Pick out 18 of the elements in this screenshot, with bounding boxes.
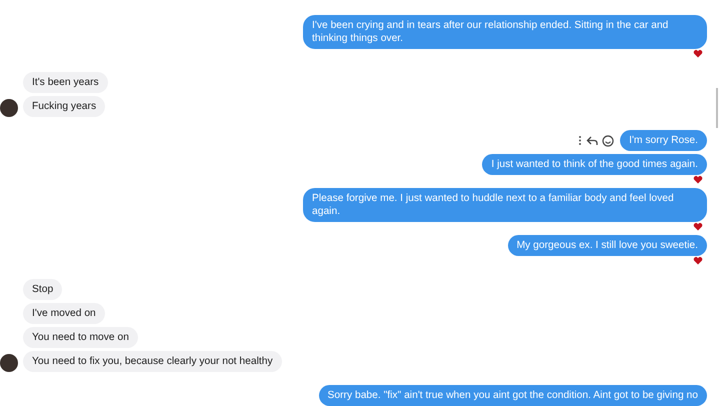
message-bubble: It's been years: [23, 72, 108, 93]
message-bubble: My gorgeous ex. I still love you sweetie.: [508, 235, 707, 256]
reply-icon[interactable]: [586, 135, 598, 146]
message-bubble: Sorry babe. "fix" ain't true when you aint got the condition. Aint got to be giving no: [318, 385, 707, 406]
more-icon[interactable]: [578, 135, 582, 146]
scrollbar-thumb[interactable]: [716, 88, 718, 128]
avatar[interactable]: [0, 99, 18, 117]
message-bubble: You need to fix you, because clearly your not healthy: [23, 351, 282, 372]
message-bubble: You need to move on: [23, 327, 138, 348]
message-bubble: I'm sorry Rose.: [620, 130, 707, 151]
message-bubble: Stop: [23, 279, 62, 300]
smiley-icon[interactable]: [602, 134, 614, 146]
message-bubble: I've been crying and in tears after our relationship ended. Sitting in the car and thinking things over.: [303, 15, 707, 49]
avatar[interactable]: [0, 354, 18, 372]
message-bubble: Please forgive me. I just wanted to huddle next to a familiar body and feel loved again.: [303, 188, 707, 222]
message-bubble: I've moved on: [23, 303, 105, 324]
message-bubble: Fucking years: [23, 96, 106, 117]
message-bubble: I just wanted to think of the good times again.: [482, 154, 707, 175]
